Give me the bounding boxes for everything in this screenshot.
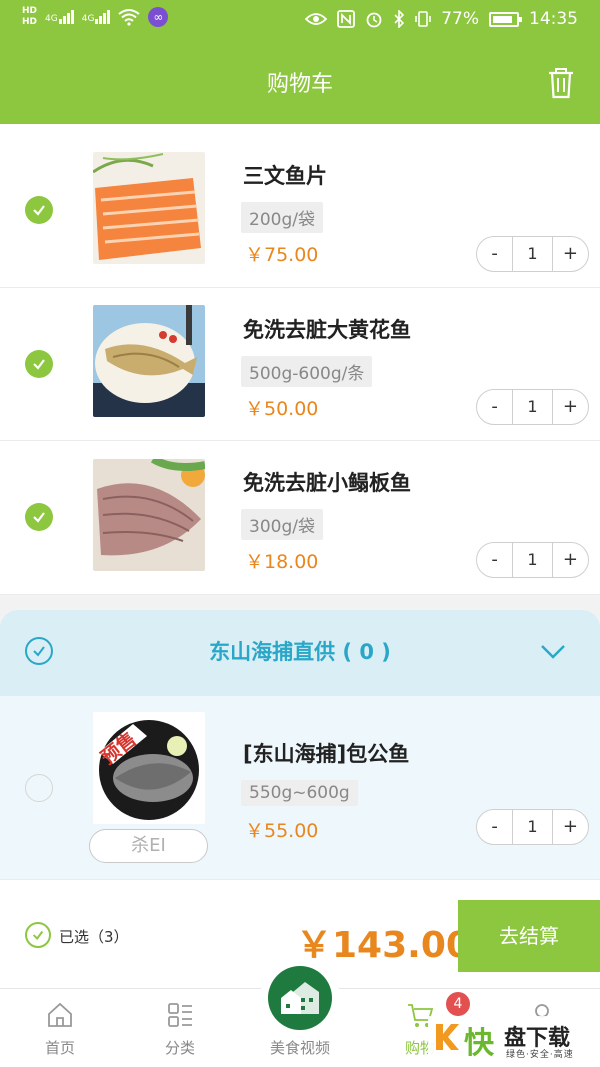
- network-label-1: 4G: [45, 14, 58, 24]
- increment-button[interactable]: +: [553, 543, 588, 577]
- hd-label-2: HD: [22, 17, 38, 27]
- hd-indicator: HD HD: [22, 6, 37, 28]
- tab-label: 首页: [44, 1039, 75, 1057]
- watermark-brand: 快: [464, 1026, 494, 1061]
- watermark-logo: 快 盘下载 绿色·安全·高速: [428, 1016, 600, 1067]
- video-icon: [268, 966, 332, 1030]
- product-spec: 200g/袋: [241, 202, 323, 233]
- increment-button[interactable]: +: [553, 390, 588, 424]
- status-bar: HD HD 4G 4G ∞ 77% 14:35: [0, 0, 600, 42]
- product-name: 免洗去脏大黄花鱼: [243, 318, 411, 342]
- group-title: 东山海捕直供 ( 0 ): [209, 640, 391, 664]
- total-price: ￥143.00: [296, 925, 471, 966]
- decrement-button[interactable]: -: [477, 810, 512, 844]
- wifi-icon: [118, 9, 141, 26]
- selected-count: 已选（3）: [59, 928, 129, 946]
- title-bar: 购物车: [0, 42, 600, 124]
- alarm-icon: [366, 12, 382, 28]
- home-icon: [48, 1002, 72, 1027]
- product-spec: 500g-600g/条: [241, 356, 373, 387]
- item-checkbox-disabled[interactable]: [25, 774, 53, 802]
- category-icon: [168, 1003, 192, 1027]
- battery-icon: [489, 11, 522, 27]
- check-icon: [33, 512, 45, 523]
- check-icon: [33, 359, 45, 370]
- checkout-button[interactable]: 去结算: [458, 900, 600, 972]
- quantity-value[interactable]: 1: [512, 810, 553, 844]
- quantity-value[interactable]: 1: [512, 390, 553, 424]
- tab-category[interactable]: 分类: [130, 989, 230, 1067]
- product-name: 免洗去脏小鳎板鱼: [243, 471, 411, 495]
- decrement-button[interactable]: -: [477, 543, 512, 577]
- quantity-value[interactable]: 1: [512, 237, 553, 271]
- chevron-down-icon[interactable]: [540, 642, 566, 660]
- k-logo-icon: [436, 1024, 459, 1050]
- vibrate-icon: [415, 11, 432, 27]
- product-price: ￥50.00: [245, 398, 319, 420]
- quantity-value[interactable]: 1: [512, 543, 553, 577]
- product-price: ￥55.00: [245, 820, 319, 842]
- trash-icon[interactable]: [546, 66, 576, 100]
- app-notification-icon: ∞: [148, 7, 169, 27]
- status-left: HD HD 4G 4G ∞: [22, 6, 169, 28]
- item-checkbox[interactable]: [25, 350, 53, 378]
- cart-badge: 4: [446, 992, 470, 1016]
- signal-icon: 4G: [45, 10, 74, 24]
- status-right: 77% 14:35: [305, 9, 578, 29]
- quantity-stepper[interactable]: - 1 +: [476, 236, 589, 272]
- hd-label-1: HD: [22, 6, 38, 16]
- bluetooth-icon: [394, 10, 405, 28]
- check-icon: [32, 930, 44, 940]
- cart-item[interactable]: 免洗去脏小鳎板鱼 300g/袋 ￥18.00 - 1 +: [0, 441, 600, 595]
- product-spec: 300g/袋: [241, 509, 323, 540]
- video-center-button[interactable]: [260, 958, 340, 1038]
- signal-icon-2: 4G: [82, 10, 111, 24]
- seckill-tag: 杀EI: [89, 829, 208, 863]
- cart-item[interactable]: 免洗去脏大黄花鱼 500g-600g/条 ￥50.00 - 1 +: [0, 288, 600, 441]
- item-checkbox[interactable]: [25, 503, 53, 531]
- cart-item[interactable]: 三文鱼片 200g/袋 ￥75.00 - 1 +: [0, 124, 600, 288]
- product-price: ￥18.00: [245, 551, 319, 573]
- product-image-salmon[interactable]: [93, 152, 205, 264]
- quantity-stepper[interactable]: - 1 +: [476, 542, 589, 578]
- tab-home[interactable]: 首页: [10, 989, 110, 1067]
- increment-button[interactable]: +: [553, 237, 588, 271]
- battery-percent: 77%: [441, 9, 479, 29]
- quantity-stepper[interactable]: - 1 +: [476, 389, 589, 425]
- tab-label: 分类: [164, 1039, 195, 1057]
- eye-icon: [305, 13, 328, 25]
- item-checkbox[interactable]: [25, 196, 53, 224]
- product-image-sole-fish[interactable]: [93, 459, 205, 571]
- product-name: [东山海捕]包公鱼: [243, 742, 410, 766]
- page-title: 购物车: [266, 72, 333, 97]
- decrement-button[interactable]: -: [477, 237, 512, 271]
- nfc-icon: [337, 10, 356, 28]
- clock: 14:35: [529, 9, 578, 29]
- decrement-button[interactable]: -: [477, 390, 512, 424]
- select-all-checkbox[interactable]: [25, 922, 51, 948]
- network-label-2: 4G: [81, 14, 95, 24]
- quantity-stepper[interactable]: - 1 +: [476, 809, 589, 845]
- watermark-slogan: 绿色·安全·高速: [506, 1050, 574, 1060]
- supplier-group-header[interactable]: 东山海捕直供 ( 0 ): [0, 610, 600, 696]
- increment-button[interactable]: +: [553, 810, 588, 844]
- tab-label: 美食视频: [269, 1039, 330, 1057]
- product-price: ￥75.00: [245, 244, 319, 266]
- product-name: 三文鱼片: [243, 164, 327, 188]
- product-spec: 550g~600g: [241, 780, 358, 806]
- product-image-yellow-croaker[interactable]: [93, 305, 205, 417]
- check-icon: [33, 205, 45, 216]
- product-image-baogong-fish[interactable]: 预售: [93, 712, 205, 824]
